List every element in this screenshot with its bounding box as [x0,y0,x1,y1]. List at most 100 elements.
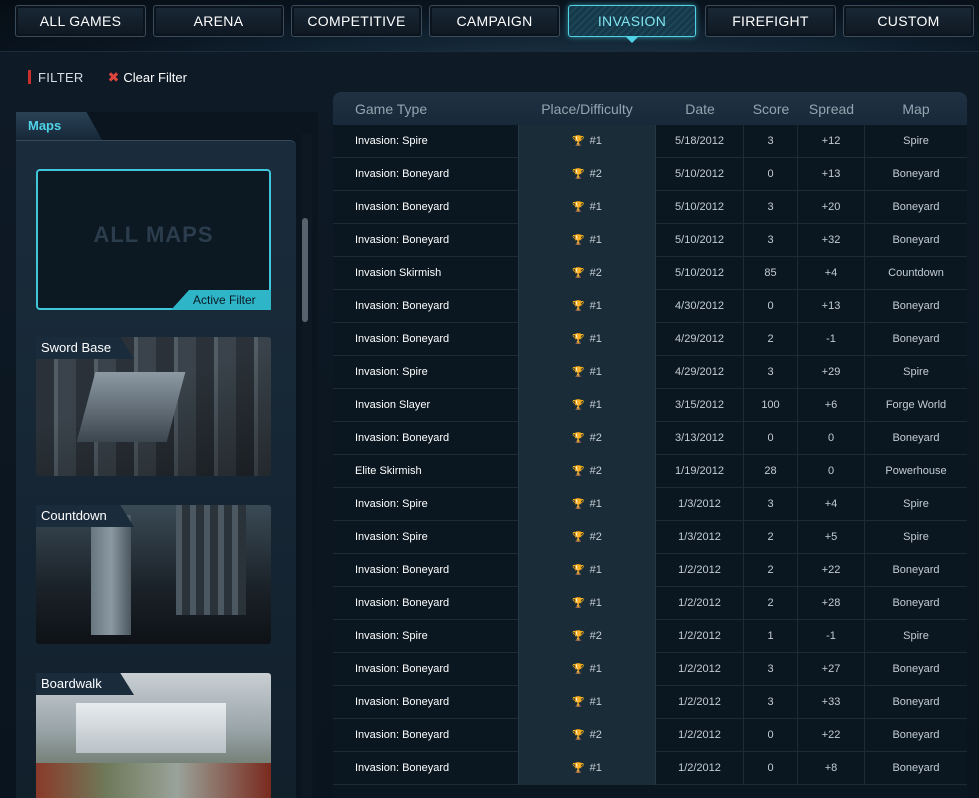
cell-score: 0 [744,289,798,323]
tab-campaign[interactable]: CAMPAIGN [429,5,560,37]
place-value: #2 [589,629,602,642]
cell-score: 3 [744,685,798,719]
cell-spread: +32 [798,223,865,257]
maps-tab[interactable]: Maps [16,112,102,140]
table-row[interactable]: Invasion: Boneyard 🏆 #1 1/2/2012 2 +28 Boneyar… [333,586,967,620]
header-place-difficulty[interactable]: Place/Difficulty [518,101,656,117]
trophy-icon: 🏆 [572,399,585,411]
header-date[interactable]: Date [656,101,744,117]
cell-spread: +29 [798,355,865,389]
table-row[interactable]: Invasion: Boneyard 🏆 #1 4/30/2012 0 +13 Boneya… [333,289,967,323]
cell-map: Spire [903,134,929,147]
cell-score: 2 [744,553,798,587]
table-row[interactable]: Invasion: Spire 🏆 #2 1/2/2012 1 -1 Spire [333,619,967,653]
cell-game-type: Invasion: Spire [355,134,428,147]
cell-place: 🏆 #1 [518,124,656,158]
cell-date: 5/10/2012 [656,157,744,191]
table-header: Game Type Place/Difficulty Date Score Sp… [333,92,967,125]
place-value: #1 [589,365,602,378]
cell-map: Spire [903,530,929,543]
cell-game-type: Invasion: Spire [355,629,428,642]
clear-filter-label: Clear Filter [123,69,187,85]
cell-score: 0 [744,157,798,191]
cell-date: 1/3/2012 [656,487,744,521]
cell-game-type: Invasion: Boneyard [355,761,450,774]
cell-map: Boneyard [892,431,940,444]
trophy-icon: 🏆 [572,366,585,378]
place-value: #1 [589,134,602,147]
header-score[interactable]: Score [744,101,798,117]
cell-date: 5/10/2012 [656,256,744,290]
active-filter-badge: Active Filter [171,290,271,310]
cell-spread: +6 [798,388,865,422]
cell-map: Spire [903,365,929,378]
cell-date: 4/29/2012 [656,355,744,389]
table-row[interactable]: Invasion: Boneyard 🏆 #1 1/2/2012 3 +27 Boneyar… [333,652,967,686]
table-row[interactable]: Invasion Slayer 🏆 #1 3/15/2012 100 +6 Forge Wo… [333,388,967,422]
table-row[interactable]: Invasion: Spire 🏆 #1 5/18/2012 3 +12 Spire [333,124,967,158]
table-row[interactable]: Elite Skirmish 🏆 #2 1/19/2012 28 0 Powerhouse [333,454,967,488]
table-row[interactable]: Invasion: Boneyard 🏆 #2 5/10/2012 0 +13 Boneya… [333,157,967,191]
table-row[interactable]: Invasion: Boneyard 🏆 #2 3/13/2012 0 0 Boneyard [333,421,967,455]
cell-score: 0 [744,751,798,785]
place-value: #1 [589,563,602,576]
trophy-icon: 🏆 [572,498,585,510]
table-row[interactable]: Invasion: Boneyard 🏆 #1 1/2/2012 3 +33 Boneyar… [333,685,967,719]
table-row[interactable]: Invasion: Boneyard 🏆 #1 5/10/2012 3 +20 Boneya… [333,190,967,224]
trophy-icon: 🏆 [572,696,585,708]
place-value: #1 [589,497,602,510]
place-value: #1 [589,332,602,345]
cell-date: 1/3/2012 [656,520,744,554]
cell-date: 1/2/2012 [656,619,744,653]
cell-place: 🏆 #1 [518,223,656,257]
cell-date: 1/2/2012 [656,652,744,686]
clear-filter-button[interactable]: ✖ Clear Filter [108,69,187,86]
cell-score: 3 [744,190,798,224]
cell-map: Forge World [885,398,947,411]
all-maps-card[interactable]: ALL MAPS Active Filter [36,169,271,310]
header-spread[interactable]: Spread [798,101,865,117]
cell-spread: +4 [798,256,865,290]
tab-arena[interactable]: ARENA [153,5,284,37]
trophy-icon: 🏆 [572,630,585,642]
cell-place: 🏆 #1 [518,553,656,587]
table-row[interactable]: Invasion: Boneyard 🏆 #1 5/10/2012 3 +32 Boneya… [333,223,967,257]
cell-map: Countdown [888,266,944,279]
cell-spread: +20 [798,190,865,224]
table-row[interactable]: Invasion: Boneyard 🏆 #1 1/2/2012 0 +8 Boneyard [333,751,967,785]
scrollbar-thumb[interactable] [302,218,308,322]
table-row[interactable]: Invasion: Spire 🏆 #1 4/29/2012 3 +29 Spire [333,355,967,389]
cell-date: 1/2/2012 [656,751,744,785]
map-card-sword-base[interactable]: Sword Base [36,337,271,476]
trophy-icon: 🏆 [572,762,585,774]
x-icon: ✖ [107,68,120,85]
cell-game-type: Invasion: Boneyard [355,728,450,741]
table-row[interactable]: Invasion: Spire 🏆 #2 1/3/2012 2 +5 Spire [333,520,967,554]
place-value: #2 [589,728,602,741]
place-value: #1 [589,233,602,246]
header-game-type[interactable]: Game Type [333,101,518,117]
cell-game-type: Invasion: Spire [355,497,428,510]
table-row[interactable]: Invasion: Spire 🏆 #1 1/3/2012 3 +4 Spire [333,487,967,521]
cell-score: 85 [744,256,798,290]
header-map[interactable]: Map [865,101,967,117]
trophy-icon: 🏆 [572,135,585,147]
tab-competitive[interactable]: COMPETITIVE [291,5,422,37]
tab-invasion[interactable]: INVASION [568,5,696,43]
map-card-boardwalk[interactable]: Boardwalk [36,673,271,798]
cell-date: 5/18/2012 [656,124,744,158]
table-row[interactable]: Invasion: Boneyard 🏆 #1 4/29/2012 2 -1 Boneyar… [333,322,967,356]
cell-score: 3 [744,487,798,521]
cell-date: 1/2/2012 [656,553,744,587]
cell-place: 🏆 #1 [518,685,656,719]
tab-custom[interactable]: CUSTOM [843,5,974,37]
table-row[interactable]: Invasion Skirmish 🏆 #2 5/10/2012 85 +4 Countdo… [333,256,967,290]
cell-place: 🏆 #2 [518,256,656,290]
tab-all-games[interactable]: ALL GAMES [15,5,146,37]
tab-firefight[interactable]: FIREFIGHT [705,5,836,37]
table-row[interactable]: Invasion: Boneyard 🏆 #1 1/2/2012 2 +22 Boneyar… [333,553,967,587]
map-card-countdown[interactable]: Countdown [36,505,271,644]
table-row[interactable]: Invasion: Boneyard 🏆 #2 1/2/2012 0 +22 Boneyar… [333,718,967,752]
cell-spread: 0 [798,421,865,455]
cell-spread: -1 [798,322,865,356]
